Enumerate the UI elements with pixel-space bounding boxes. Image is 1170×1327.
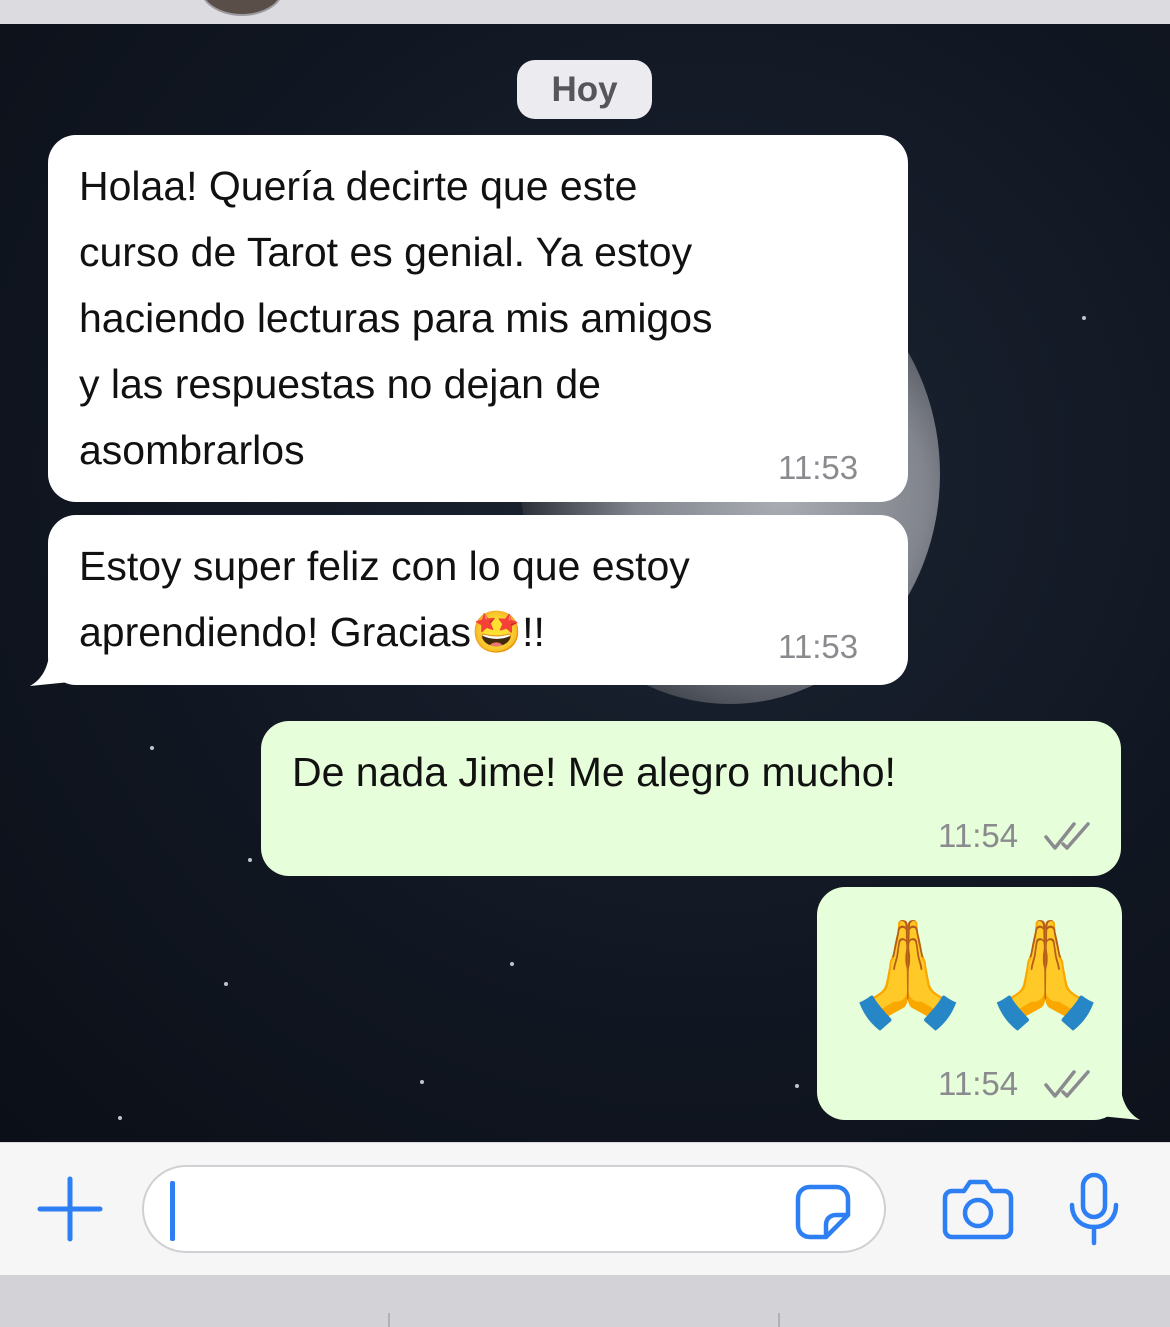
message-text: De nada Jime! Me alegro mucho! bbox=[292, 749, 896, 795]
contact-avatar[interactable] bbox=[200, 0, 284, 16]
date-separator: Hoy bbox=[517, 60, 652, 119]
plus-icon[interactable] bbox=[36, 1175, 104, 1243]
microphone-icon[interactable] bbox=[1064, 1171, 1124, 1247]
message-emoji: 🙏🙏 bbox=[843, 916, 1118, 1032]
message-time: 11:53 bbox=[778, 628, 859, 665]
keyboard-divider bbox=[778, 1313, 780, 1327]
read-receipt-icon bbox=[1044, 1070, 1090, 1098]
wallpaper-star bbox=[224, 982, 228, 986]
message-time: 11:54 bbox=[938, 817, 1019, 854]
read-receipt-icon bbox=[1044, 822, 1090, 850]
sticker-icon[interactable] bbox=[794, 1183, 852, 1241]
camera-icon[interactable] bbox=[942, 1177, 1014, 1241]
message-bubble-incoming[interactable]: Estoy super feliz con lo que estoy apren… bbox=[48, 515, 908, 685]
wallpaper-star bbox=[510, 962, 514, 966]
wallpaper-star bbox=[420, 1080, 424, 1084]
message-time: 11:53 bbox=[778, 449, 859, 486]
text-cursor bbox=[170, 1181, 175, 1241]
header-strip bbox=[0, 0, 1170, 24]
message-bubble-outgoing[interactable]: 🙏🙏 11:54 bbox=[817, 887, 1122, 1120]
wallpaper-star bbox=[1082, 316, 1086, 320]
message-bubble-incoming[interactable]: Holaa! Quería decirte que este curso de … bbox=[48, 135, 908, 502]
wallpaper-star bbox=[248, 858, 252, 862]
wallpaper-star bbox=[118, 1116, 122, 1120]
message-input[interactable] bbox=[142, 1165, 886, 1253]
wallpaper-star bbox=[150, 746, 154, 750]
composer-bar bbox=[0, 1142, 1170, 1276]
wallpaper-star bbox=[795, 1084, 799, 1088]
keyboard-top bbox=[0, 1275, 1170, 1327]
message-bubble-outgoing[interactable]: De nada Jime! Me alegro mucho! 11:54 bbox=[261, 721, 1121, 876]
keyboard-divider bbox=[388, 1313, 390, 1327]
message-text: Holaa! Quería decirte que este curso de … bbox=[79, 163, 713, 473]
chat-area[interactable]: Hoy Holaa! Quería decirte que este curso… bbox=[0, 24, 1170, 1142]
message-text: Estoy super feliz con lo que estoy apren… bbox=[79, 543, 690, 655]
message-time: 11:54 bbox=[938, 1065, 1019, 1102]
